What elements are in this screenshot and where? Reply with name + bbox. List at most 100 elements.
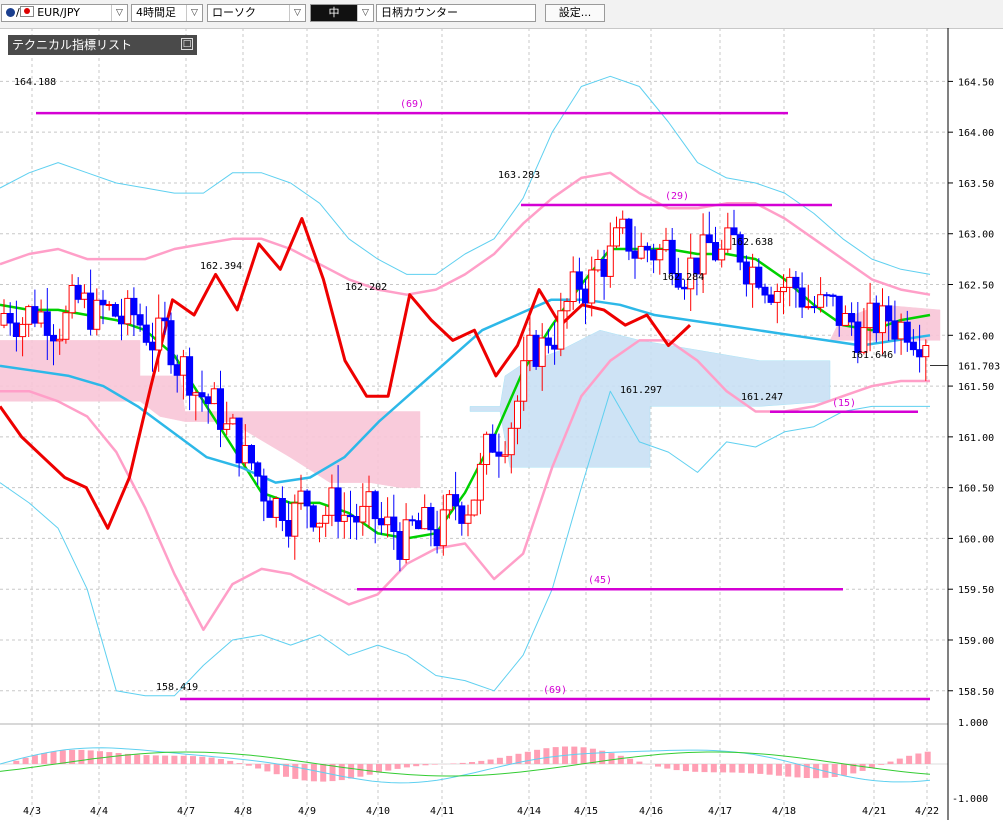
x-tick-label: 4/11 bbox=[430, 806, 454, 817]
candle-body bbox=[56, 338, 64, 342]
macd-bar bbox=[710, 764, 717, 773]
candle-body bbox=[575, 271, 583, 290]
y-tick-label: 163.50 bbox=[958, 179, 994, 190]
counter-field[interactable]: 日柄カウンター bbox=[376, 4, 536, 22]
candle-body bbox=[829, 294, 837, 297]
indicator-list-panel[interactable]: テクニカル指標リスト □ bbox=[8, 35, 197, 55]
macd-bar bbox=[496, 757, 503, 764]
candle-body bbox=[897, 321, 905, 340]
current-price-label: 161.703 bbox=[958, 362, 1000, 373]
chart-style-select[interactable]: ローソク ▽ bbox=[207, 4, 306, 22]
x-tick-label: 4/15 bbox=[574, 806, 598, 817]
macd-bar bbox=[50, 751, 57, 764]
macd-bar bbox=[245, 764, 252, 766]
candle-body bbox=[316, 522, 323, 528]
candle-body bbox=[390, 516, 398, 533]
macd-bar bbox=[227, 760, 234, 764]
macd-bar bbox=[478, 760, 485, 764]
macd-bar bbox=[255, 764, 262, 769]
macd-bar bbox=[915, 753, 922, 764]
candle-body bbox=[798, 287, 806, 308]
candle-body bbox=[278, 498, 286, 521]
candle-body bbox=[353, 516, 361, 523]
price-annotation: 162.284 bbox=[662, 272, 704, 283]
candle-body bbox=[25, 306, 33, 325]
line-width-select[interactable]: 中 ▽ bbox=[310, 4, 374, 22]
candle-body bbox=[643, 245, 651, 251]
candle-body bbox=[705, 234, 713, 244]
settings-button[interactable]: 設定... bbox=[545, 4, 605, 22]
chevron-down-icon[interactable]: ▽ bbox=[289, 5, 305, 21]
candle-body bbox=[142, 324, 150, 343]
candle-body bbox=[532, 334, 540, 367]
candle-body bbox=[6, 313, 14, 324]
x-tick-label: 4/21 bbox=[862, 806, 886, 817]
chevron-down-icon[interactable]: ▽ bbox=[186, 5, 202, 21]
x-tick-label: 4/14 bbox=[517, 806, 541, 817]
macd-bar bbox=[655, 764, 661, 767]
candle-body bbox=[507, 427, 515, 456]
panel-toggle-icon[interactable]: □ bbox=[181, 38, 193, 50]
x-tick-label: 4/17 bbox=[708, 806, 732, 817]
candle-body bbox=[563, 301, 571, 312]
candle-body bbox=[396, 531, 404, 560]
macd-bar bbox=[171, 755, 178, 764]
x-tick-label: 4/18 bbox=[772, 806, 796, 817]
candle-body bbox=[514, 400, 521, 429]
candle-body bbox=[254, 462, 262, 477]
candle-body bbox=[520, 360, 528, 402]
y-tick-label: 161.50 bbox=[958, 382, 994, 393]
x-tick-label: 4/7 bbox=[177, 806, 195, 817]
candle-body bbox=[761, 286, 769, 296]
macd-bar bbox=[217, 759, 224, 764]
candle-body bbox=[903, 321, 911, 343]
candle-body bbox=[427, 507, 435, 531]
candle-body bbox=[124, 297, 132, 325]
macd-bar bbox=[31, 755, 38, 764]
timeframe-select[interactable]: 4時間足 ▽ bbox=[131, 4, 203, 22]
price-annotation: 161.247 bbox=[741, 392, 783, 403]
macd-bar bbox=[692, 764, 699, 772]
chevron-down-icon[interactable]: ▽ bbox=[111, 5, 127, 21]
candle-body bbox=[19, 323, 27, 338]
candle-body bbox=[93, 299, 101, 330]
candle-body bbox=[823, 294, 831, 297]
macd-tick-label: 1.000 bbox=[958, 718, 988, 729]
candle-body bbox=[811, 306, 818, 309]
candle-body bbox=[872, 302, 880, 334]
chart-area[interactable]: (69) (29) (45) (69) (15) 164.188 162.394 162.2… bbox=[0, 28, 1003, 820]
macd-bar bbox=[757, 764, 764, 774]
macd-bar bbox=[403, 764, 410, 768]
macd-bar bbox=[794, 764, 801, 778]
macd-bar bbox=[78, 749, 85, 764]
candle-body bbox=[742, 261, 750, 285]
candle-body bbox=[328, 487, 336, 516]
price-annotation: 162.202 bbox=[345, 282, 387, 293]
candle-body bbox=[476, 463, 484, 501]
chevron-down-icon[interactable]: ▽ bbox=[357, 5, 373, 21]
candle-body bbox=[625, 218, 633, 252]
candle-body bbox=[817, 294, 825, 308]
candle-body bbox=[891, 320, 899, 340]
candle-body bbox=[613, 227, 620, 247]
y-tick-label: 162.00 bbox=[958, 331, 994, 342]
macd-bar bbox=[608, 753, 615, 764]
y-tick-label: 160.50 bbox=[958, 484, 994, 495]
candle-body bbox=[297, 490, 305, 504]
macd-bar bbox=[775, 764, 782, 776]
symbol-select[interactable]: / EUR/JPY ▽ bbox=[1, 4, 128, 22]
macd-bar bbox=[878, 764, 885, 765]
y-tick-label: 164.50 bbox=[958, 77, 994, 88]
macd-panel: 1.000 -1.000 bbox=[0, 718, 988, 805]
x-tick-label: 4/22 bbox=[915, 806, 939, 817]
macd-tick-label: -1.000 bbox=[952, 794, 988, 805]
candle-body bbox=[464, 514, 472, 524]
macd-bar bbox=[264, 764, 271, 772]
y-tick-label: 158.50 bbox=[958, 687, 994, 698]
timeframe-label: 4時間足 bbox=[136, 6, 176, 19]
candle-body bbox=[248, 445, 255, 464]
candle-body bbox=[885, 305, 893, 322]
candle-body bbox=[204, 396, 212, 405]
y-tick-label: 164.00 bbox=[958, 128, 994, 139]
macd-bar bbox=[366, 764, 373, 775]
